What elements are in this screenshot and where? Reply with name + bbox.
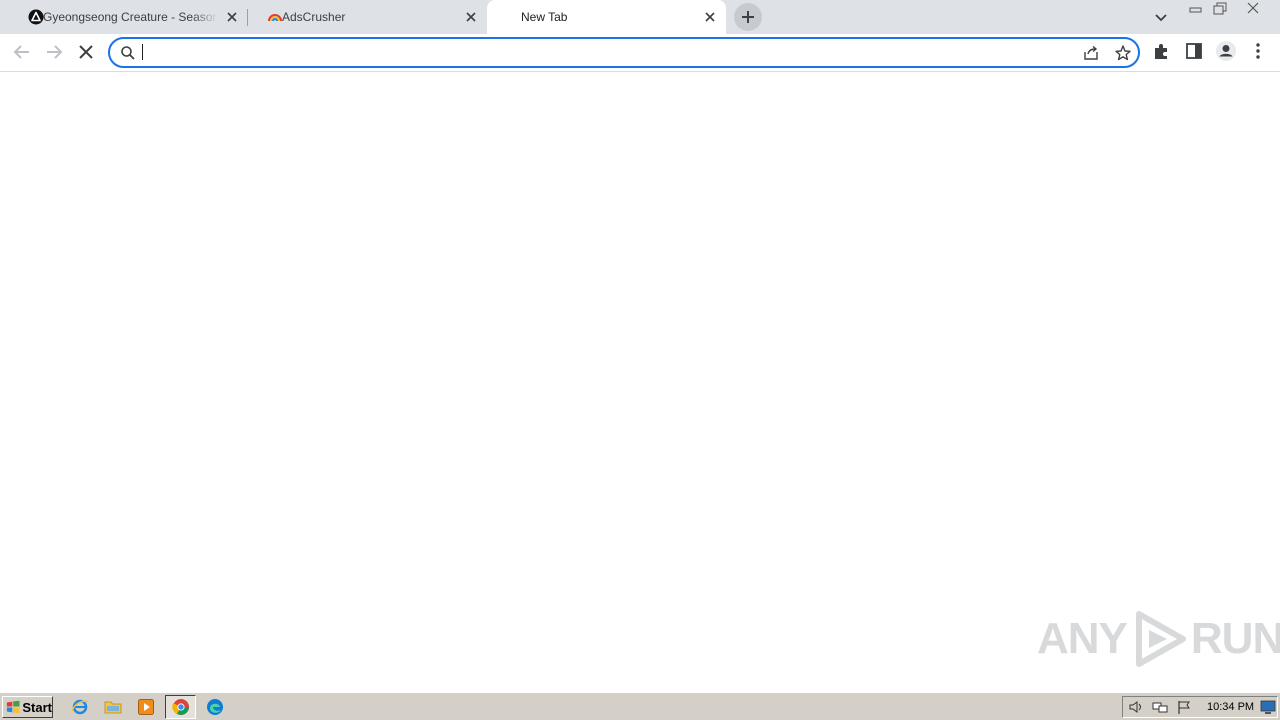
profile-avatar-icon[interactable] bbox=[1215, 40, 1237, 62]
watermark-left-text: ANY bbox=[1037, 614, 1128, 663]
windows-taskbar: Start 10:34 PM bbox=[0, 692, 1280, 720]
media-player-icon[interactable] bbox=[137, 698, 155, 716]
close-tab-icon[interactable] bbox=[224, 9, 240, 25]
close-tab-icon[interactable] bbox=[702, 9, 718, 25]
tab-gyeongseong[interactable]: Gyeongseong Creature - Season 1, E bbox=[8, 0, 248, 34]
tab-title: AdsCrusher bbox=[282, 10, 346, 24]
address-bar[interactable] bbox=[108, 37, 1140, 68]
tab-strip: Gyeongseong Creature - Season 1, E AdsCr… bbox=[0, 0, 1280, 34]
stop-loading-icon[interactable] bbox=[74, 40, 98, 64]
new-tab-button[interactable] bbox=[734, 3, 762, 31]
window-close-icon[interactable] bbox=[1242, 0, 1264, 18]
minimize-icon[interactable] bbox=[1185, 0, 1207, 18]
plus-icon bbox=[742, 11, 754, 23]
rainbow-icon bbox=[268, 14, 282, 22]
close-tab-icon[interactable] bbox=[463, 9, 479, 25]
tab-title: Gyeongseong Creature - Season 1, E bbox=[43, 10, 218, 24]
tab-new-tab[interactable]: New Tab bbox=[487, 0, 726, 34]
share-icon[interactable] bbox=[1082, 44, 1100, 62]
network-icon[interactable] bbox=[1152, 699, 1168, 715]
extensions-puzzle-icon[interactable] bbox=[1152, 41, 1172, 61]
action-center-flag-icon[interactable] bbox=[1176, 699, 1192, 715]
start-button[interactable]: Start bbox=[2, 696, 53, 718]
side-panel-icon[interactable] bbox=[1184, 41, 1204, 61]
system-tray: 10:34 PM bbox=[1122, 696, 1278, 718]
page-content bbox=[0, 72, 1280, 692]
start-label: Start bbox=[22, 699, 52, 715]
chrome-icon bbox=[172, 699, 189, 715]
folder-icon[interactable] bbox=[104, 698, 122, 716]
tab-title: New Tab bbox=[521, 10, 568, 24]
tab-adscrusher[interactable]: AdsCrusher bbox=[247, 0, 487, 34]
edge-icon[interactable] bbox=[206, 698, 224, 716]
browser-toolbar bbox=[0, 34, 1280, 72]
show-desktop-icon[interactable] bbox=[1260, 699, 1276, 715]
anyrun-watermark: ANY RUN bbox=[1037, 610, 1280, 668]
address-input[interactable] bbox=[142, 42, 1042, 63]
speaker-icon[interactable] bbox=[1128, 699, 1144, 715]
triangle-logo-icon bbox=[28, 9, 44, 25]
bookmark-star-icon[interactable] bbox=[1114, 44, 1132, 62]
more-menu-icon[interactable] bbox=[1248, 41, 1268, 61]
taskbar-chrome-active[interactable] bbox=[165, 695, 196, 719]
tab-search-chevron-icon[interactable] bbox=[1151, 8, 1171, 26]
watermark-right-text: RUN bbox=[1190, 614, 1280, 663]
restore-icon[interactable] bbox=[1209, 0, 1231, 18]
windows-flag-icon bbox=[6, 700, 20, 714]
forward-arrow-icon[interactable] bbox=[42, 40, 66, 64]
text-caret bbox=[142, 44, 143, 60]
clock[interactable]: 10:34 PM bbox=[1207, 701, 1254, 713]
play-logo-icon bbox=[1135, 611, 1186, 667]
back-arrow-icon[interactable] bbox=[10, 40, 34, 64]
search-icon bbox=[121, 46, 135, 60]
internet-explorer-icon[interactable] bbox=[71, 698, 89, 716]
